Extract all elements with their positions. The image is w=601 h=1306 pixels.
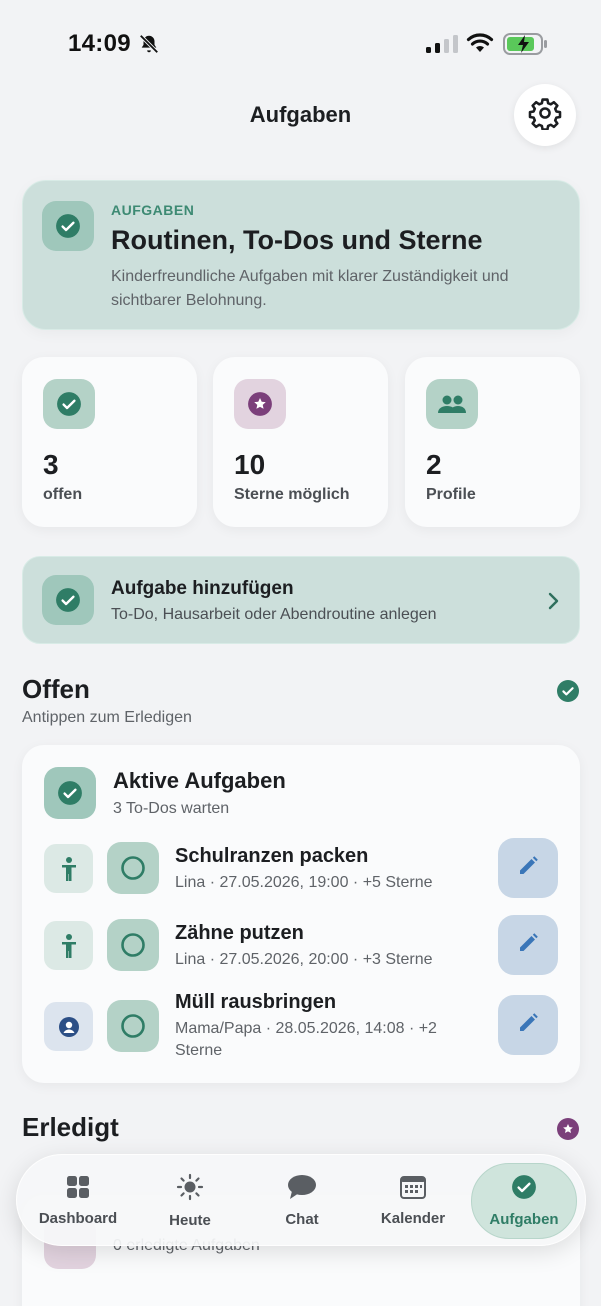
stat-value: 10 <box>234 449 266 480</box>
tab-bar: Dashboard Heute Chat Kalender Aufgaben <box>16 1154 586 1246</box>
task-name: Zähne putzen <box>175 922 304 944</box>
task-meta: Lina · 27.05.2026, 19:00 · +5 Sterne <box>175 874 433 891</box>
check-circle-icon <box>557 680 579 702</box>
child-icon <box>44 921 93 970</box>
gear-icon <box>528 96 562 135</box>
check-circle-icon <box>44 767 96 819</box>
hero-title: Routinen, To-Dos und Sterne <box>111 225 483 255</box>
signal-icon <box>425 34 459 59</box>
tab-heute[interactable]: Heute <box>137 1163 243 1239</box>
stat-label: Profile <box>426 486 476 503</box>
tab-dashboard[interactable]: Dashboard <box>25 1163 131 1239</box>
tab-label: Chat <box>285 1211 319 1228</box>
tab-label: Kalender <box>380 1210 446 1227</box>
stat-card-stars: 10 Sterne möglich <box>213 357 388 527</box>
task-name: Müll rausbringen <box>175 991 337 1013</box>
active-tasks-subtitle: 3 To-Dos warten <box>113 800 230 817</box>
status-time: 14:09 <box>68 30 131 57</box>
stat-label: Sterne möglich <box>234 486 350 503</box>
add-task-title: Aufgabe hinzufügen <box>111 578 294 599</box>
tab-label: Heute <box>169 1212 211 1229</box>
check-circle-icon <box>42 575 94 625</box>
hero-eyebrow: AUFGABEN <box>111 202 195 218</box>
pencil-icon <box>516 854 540 883</box>
active-tasks-title: Aktive Aufgaben <box>113 768 286 793</box>
add-task-button[interactable]: Aufgabe hinzufügen To-Do, Hausarbeit ode… <box>22 556 580 644</box>
chat-icon <box>287 1174 317 1205</box>
edit-task-button[interactable] <box>498 915 558 975</box>
stat-value: 2 <box>426 449 442 480</box>
calendar-icon <box>400 1175 426 1204</box>
edit-task-button[interactable] <box>498 838 558 898</box>
chevron-right-icon <box>547 592 559 615</box>
task-complete-toggle[interactable] <box>107 1000 159 1052</box>
parent-icon <box>44 1002 93 1051</box>
star-icon <box>234 379 286 429</box>
check-circle-icon <box>42 201 94 251</box>
stat-card-open: 3 offen <box>22 357 197 527</box>
tab-kalender[interactable]: Kalender <box>360 1163 466 1239</box>
stat-card-profiles: 2 Profile <box>405 357 580 527</box>
sun-icon <box>176 1173 204 1206</box>
child-icon <box>44 844 93 893</box>
task-row[interactable]: Schulranzen packen Lina · 27.05.2026, 19… <box>22 838 580 908</box>
tab-label: Aufgaben <box>489 1211 559 1228</box>
task-meta: Mama/Papa · 28.05.2026, 14:08 · +2 Stern… <box>175 1020 437 1059</box>
stat-value: 3 <box>43 449 59 480</box>
add-task-subtitle: To-Do, Hausarbeit oder Abendroutine anle… <box>111 606 437 623</box>
check-circle-icon <box>511 1174 537 1205</box>
tab-aufgaben[interactable]: Aufgaben <box>471 1163 577 1239</box>
tab-label: Dashboard <box>38 1210 118 1227</box>
hero-card: AUFGABEN Routinen, To-Dos und Sterne Kin… <box>22 180 580 330</box>
page-title: Aufgaben <box>249 102 352 127</box>
pencil-icon <box>516 931 540 960</box>
task-meta: Lina · 27.05.2026, 20:00 · +3 Sterne <box>175 951 433 968</box>
settings-button[interactable] <box>514 84 576 146</box>
task-row[interactable]: Müll rausbringen Mama/Papa · 28.05.2026,… <box>22 991 580 1073</box>
stat-label: offen <box>43 486 83 503</box>
task-row[interactable]: Zähne putzen Lina · 27.05.2026, 20:00 · … <box>22 915 580 985</box>
check-circle-icon <box>43 379 95 429</box>
pencil-icon <box>516 1011 540 1040</box>
task-complete-toggle[interactable] <box>107 919 159 971</box>
battery-charging-icon <box>503 32 549 61</box>
section-title-open: Offen <box>22 674 90 704</box>
wifi-icon <box>466 32 494 59</box>
bell-muted-icon <box>138 33 160 60</box>
section-title-done: Erledigt <box>22 1112 119 1142</box>
section-subtitle-open: Antippen zum Erledigen <box>22 709 192 726</box>
task-complete-toggle[interactable] <box>107 842 159 894</box>
people-icon <box>426 379 478 429</box>
active-tasks-card: Aktive Aufgaben 3 To-Dos warten Schulran… <box>22 745 580 1083</box>
hero-subtitle: Kinderfreundliche Aufgaben mit klarer Zu… <box>111 268 509 309</box>
status-bar: 14:09 <box>0 0 601 88</box>
grid-icon <box>66 1175 90 1204</box>
star-icon <box>557 1118 579 1140</box>
edit-task-button[interactable] <box>498 995 558 1055</box>
tab-chat[interactable]: Chat <box>249 1163 355 1239</box>
task-name: Schulranzen packen <box>175 845 369 867</box>
